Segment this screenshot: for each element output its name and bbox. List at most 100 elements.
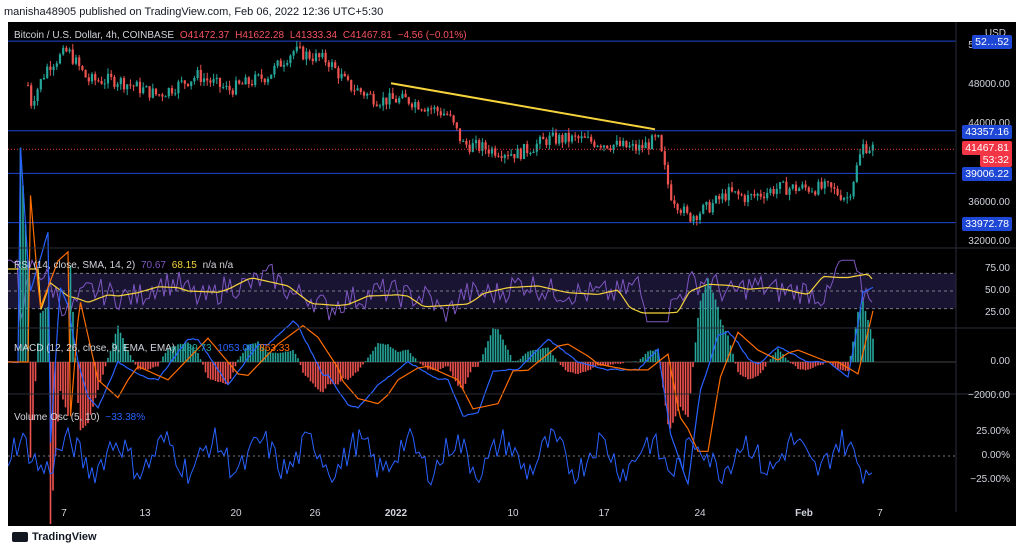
macd-histogram-bar bbox=[42, 310, 44, 362]
candle-body bbox=[430, 108, 433, 110]
open-value: O41472.37 bbox=[179, 30, 230, 41]
time-axis-label[interactable]: 2022 bbox=[385, 508, 407, 519]
rsi-axis-label[interactable]: 50.00 bbox=[985, 285, 1010, 296]
macd-histogram-bar bbox=[507, 349, 509, 362]
candle-body bbox=[65, 47, 68, 52]
macd-axis-label[interactable]: −2000.00 bbox=[968, 390, 1010, 401]
macd-histogram-bar bbox=[814, 362, 817, 367]
candle-body bbox=[260, 74, 263, 79]
candle-body bbox=[375, 104, 378, 107]
vol-title[interactable]: Volume Osc (5, 10) bbox=[14, 412, 100, 423]
candle-body bbox=[218, 77, 222, 87]
candle-body bbox=[833, 187, 836, 189]
candle-body bbox=[52, 66, 55, 71]
candle-body bbox=[247, 77, 250, 84]
tradingview-logo-icon[interactable] bbox=[12, 532, 28, 542]
symbol-title[interactable]: Bitcoin / U.S. Dollar, 4h, COINBASE bbox=[14, 30, 174, 41]
macd-histogram-bar bbox=[592, 362, 594, 368]
candle-body bbox=[49, 66, 52, 71]
candle-body bbox=[222, 86, 225, 88]
time-axis-label[interactable]: 7 bbox=[877, 508, 883, 519]
price-axis-label[interactable]: 48000.00 bbox=[968, 79, 1010, 90]
price-level-box[interactable]: 43357.16 bbox=[962, 124, 1012, 139]
vol-axis-label[interactable]: 25.00% bbox=[976, 426, 1010, 437]
candle-body bbox=[42, 77, 46, 80]
macd-histogram-bar bbox=[707, 278, 709, 362]
macd-histogram-bar bbox=[559, 362, 562, 366]
time-axis-label[interactable]: 7 bbox=[61, 508, 67, 519]
macd-histogram-bar bbox=[209, 362, 212, 380]
macd-histogram-bar bbox=[709, 285, 712, 362]
macd-histogram-bar bbox=[387, 344, 389, 362]
time-axis-label[interactable]: 26 bbox=[309, 508, 320, 519]
candle-body bbox=[538, 136, 542, 144]
rsi-title[interactable]: RSI (14, close, SMA, 14, 2) bbox=[14, 260, 135, 271]
footer-brand[interactable]: TradingView bbox=[32, 531, 97, 543]
macd-title[interactable]: MACD (12, 26, close, 9, EMA, EMA) bbox=[14, 343, 175, 354]
candle-body bbox=[823, 181, 826, 189]
time-axis-label[interactable]: 17 bbox=[598, 508, 609, 519]
chart-frame[interactable]: Bitcoin / U.S. Dollar, 4h, COINBASE O414… bbox=[8, 22, 1016, 526]
macd-histogram-bar bbox=[294, 353, 297, 362]
macd-histogram-bar bbox=[154, 362, 157, 367]
macd-histogram-bar bbox=[694, 342, 697, 362]
time-axis-label[interactable]: 13 bbox=[139, 508, 150, 519]
candle-body bbox=[487, 149, 490, 154]
candle-body bbox=[106, 73, 110, 84]
candle-body bbox=[311, 58, 314, 62]
candle-body bbox=[433, 107, 436, 109]
macd-histogram-bar bbox=[414, 358, 417, 362]
candle-body bbox=[570, 135, 574, 142]
candle-body bbox=[449, 114, 452, 116]
candle-body bbox=[807, 187, 810, 192]
chart-canvas[interactable] bbox=[8, 22, 1016, 526]
candle-body bbox=[698, 213, 702, 221]
candle-body bbox=[193, 77, 196, 82]
time-axis-label[interactable]: 24 bbox=[694, 508, 705, 519]
macd-histogram-bar bbox=[577, 362, 579, 375]
price-level-box[interactable]: 52…52 bbox=[972, 35, 1012, 50]
candle-body bbox=[126, 84, 129, 90]
macd-histogram-bar bbox=[587, 362, 589, 371]
price-level-box[interactable]: 53:32 bbox=[979, 153, 1012, 168]
time-axis-label[interactable]: 20 bbox=[230, 508, 241, 519]
candle-body bbox=[148, 86, 151, 98]
macd-histogram-bar bbox=[864, 311, 867, 362]
candle-body bbox=[199, 70, 202, 82]
candle-body bbox=[670, 184, 673, 201]
candle-body bbox=[151, 88, 154, 98]
candle-body bbox=[58, 54, 62, 64]
rsi-axis-label[interactable]: 25.00 bbox=[985, 307, 1010, 318]
candle-body bbox=[657, 135, 660, 137]
price-level-box[interactable]: 39006.22 bbox=[962, 167, 1012, 182]
macd-axis-label[interactable]: 0.00 bbox=[991, 356, 1010, 367]
candle-body bbox=[535, 143, 538, 152]
macd-histogram-bar bbox=[704, 286, 707, 362]
time-axis-label[interactable]: Feb bbox=[795, 508, 813, 519]
time-axis-label[interactable]: 10 bbox=[507, 508, 518, 519]
macd-histogram-bar bbox=[464, 362, 467, 384]
macd-histogram-bar bbox=[384, 344, 387, 362]
macd-histogram-bar bbox=[342, 362, 344, 379]
trend-line bbox=[390, 82, 656, 131]
price-axis-label[interactable]: 36000.00 bbox=[968, 197, 1010, 208]
candle-body bbox=[30, 85, 33, 106]
vol-axis-label[interactable]: −25.00% bbox=[970, 474, 1010, 485]
candle-body bbox=[545, 139, 548, 145]
candle-body bbox=[442, 113, 446, 116]
macd-histogram-bar bbox=[484, 347, 487, 362]
macd-histogram-bar bbox=[439, 362, 442, 370]
candle-body bbox=[295, 46, 298, 52]
candle-body bbox=[583, 136, 586, 138]
price-axis-label[interactable]: 32000.00 bbox=[968, 236, 1010, 247]
candle-body bbox=[679, 210, 682, 213]
vol-axis-label[interactable]: 0.00% bbox=[982, 450, 1010, 461]
close-value: C41467.81 bbox=[342, 30, 392, 41]
candle-body bbox=[212, 79, 215, 83]
macd-histogram-bar bbox=[759, 362, 762, 374]
macd-histogram-bar bbox=[442, 362, 444, 368]
candle-body bbox=[305, 51, 308, 60]
price-level-box[interactable]: 33972.78 bbox=[962, 216, 1012, 231]
rsi-axis-label[interactable]: 75.00 bbox=[985, 263, 1010, 274]
macd-histogram-bar bbox=[487, 341, 489, 362]
